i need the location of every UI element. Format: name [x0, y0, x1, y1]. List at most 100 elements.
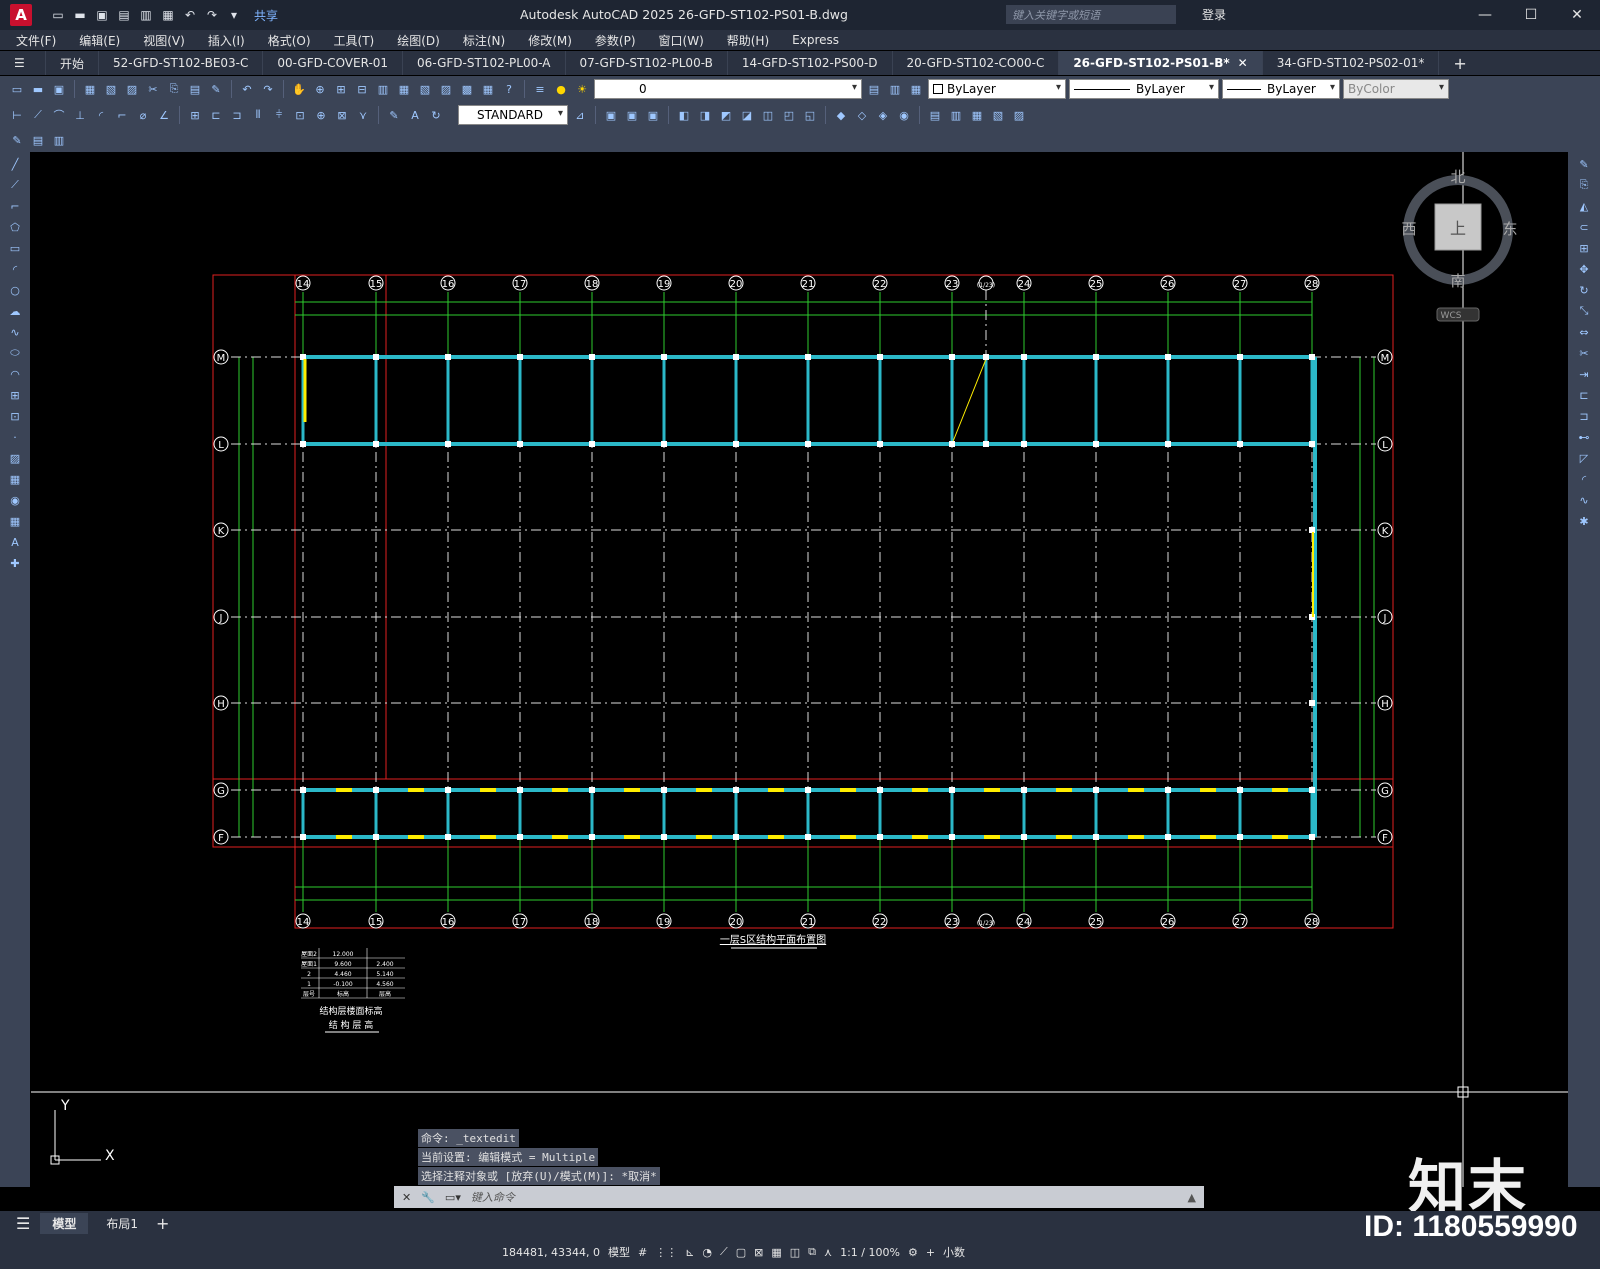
close-command-icon[interactable]: ✕ [402, 1191, 411, 1204]
help-icon[interactable]: ? [500, 80, 518, 98]
layout-menu-icon[interactable]: ☰ [16, 1214, 30, 1233]
add-icon[interactable]: + [926, 1246, 935, 1259]
blend-curves-icon[interactable]: ∿ [1574, 491, 1594, 509]
copy-icon[interactable]: ⎘ [1574, 176, 1594, 194]
ucs-3-icon[interactable]: ▦ [968, 106, 986, 124]
grid-icon[interactable]: # [638, 1246, 647, 1259]
plot-preview-icon[interactable]: ▧ [102, 80, 120, 98]
annotation-visibility-icon[interactable]: ⋏ [824, 1246, 832, 1259]
command-history-toggle-icon[interactable]: ▲ [1188, 1191, 1196, 1204]
ellipse-arc-icon[interactable]: ◠ [5, 365, 25, 383]
polar-icon[interactable]: ◔ [702, 1246, 712, 1259]
object-snap-icon[interactable]: ▢ [736, 1246, 746, 1259]
tab-file[interactable]: 52-GFD-ST102-BE03-C [99, 51, 264, 75]
redo-icon[interactable]: ↷ [259, 80, 277, 98]
command-input[interactable]: ✕ 🔧 ▭▾ 键入命令 ▲ [394, 1186, 1204, 1208]
sheet-set-icon[interactable]: ▨ [437, 80, 455, 98]
view-3-icon[interactable]: ▣ [644, 106, 662, 124]
make-block-icon[interactable]: ⊡ [5, 407, 25, 425]
plotstyle-select[interactable]: ByColor ▾ [1343, 79, 1449, 99]
space-icon[interactable]: ⫴ [249, 106, 267, 124]
visual-style-1-icon[interactable]: ◆ [832, 106, 850, 124]
hamburger-menu-icon[interactable]: ☰ [0, 51, 46, 75]
offset-icon[interactable]: ⊂ [1574, 218, 1594, 236]
workspace-gear-icon[interactable]: ⚙ [908, 1246, 918, 1259]
make-current-layer-icon[interactable]: ▤ [865, 80, 883, 98]
jogged-icon[interactable]: ⌐ [113, 106, 131, 124]
add-selected-icon[interactable]: ✚ [5, 554, 25, 572]
orbit-4-icon[interactable]: ◪ [738, 106, 756, 124]
tab-file[interactable]: 07-GFD-ST102-PL00-B [566, 51, 728, 75]
polyline-icon[interactable]: ⌐ [5, 197, 25, 215]
ucs-1-icon[interactable]: ▤ [926, 106, 944, 124]
ordinate-icon[interactable]: ⊥ [71, 106, 89, 124]
ucs-5-icon[interactable]: ▨ [1010, 106, 1028, 124]
layer-properties-icon[interactable]: ≡ [531, 80, 549, 98]
tab-file[interactable]: 34-GFD-ST102-PS02-01* [1263, 51, 1440, 75]
ucs-2-icon[interactable]: ▥ [947, 106, 965, 124]
tab-model[interactable]: 模型 [40, 1212, 89, 1234]
rectangle-icon[interactable]: ▭ [5, 239, 25, 257]
multiline-text-icon[interactable]: A [5, 533, 25, 551]
baseline-icon[interactable]: ⊏ [207, 106, 225, 124]
orbit-7-icon[interactable]: ◱ [801, 106, 819, 124]
model-space-toggle[interactable]: 模型 [608, 1244, 630, 1260]
spline-icon[interactable]: ∿ [5, 323, 25, 341]
erase-icon[interactable]: ✎ [1574, 155, 1594, 173]
close-icon[interactable]: ✕ [1554, 0, 1600, 30]
orbit-1-icon[interactable]: ◧ [675, 106, 693, 124]
login-button[interactable]: 登录 [1202, 6, 1226, 23]
arc-icon[interactable]: ◜ [5, 260, 25, 278]
match-properties-icon[interactable]: ✎ [207, 80, 225, 98]
orbit-5-icon[interactable]: ◫ [759, 106, 777, 124]
save-icon[interactable]: ▣ [94, 7, 110, 23]
open-file-icon[interactable]: ▬ [72, 7, 88, 23]
open-icon[interactable]: ▬ [29, 80, 47, 98]
explode-icon[interactable]: ✱ [1574, 512, 1594, 530]
hatch-icon[interactable]: ▨ [5, 449, 25, 467]
line-icon[interactable]: ╱ [5, 155, 25, 173]
zoom-window-icon[interactable]: ⊞ [332, 80, 350, 98]
move-icon[interactable]: ✥ [1574, 260, 1594, 278]
zoom-previous-icon[interactable]: ⊟ [353, 80, 371, 98]
layer-select[interactable]: 0 ▾ [594, 79, 862, 99]
layer-previous-icon[interactable]: ▥ [886, 80, 904, 98]
minimize-icon[interactable]: — [1462, 0, 1508, 30]
tab-layout1[interactable]: 布局1 [98, 1213, 146, 1234]
properties-icon[interactable]: ▥ [374, 80, 392, 98]
calculator-icon[interactable]: ▦ [479, 80, 497, 98]
chamfer-icon[interactable]: ◸ [1574, 449, 1594, 467]
layer-state-icon[interactable]: ▦ [907, 80, 925, 98]
redo-icon[interactable]: ↷ [204, 7, 220, 23]
dimension-edit-icon[interactable]: ✎ [385, 106, 403, 124]
units-select[interactable]: 小数 [943, 1244, 965, 1260]
table-icon[interactable]: ▦ [5, 512, 25, 530]
search-input[interactable]: 键入关键字或短语 [1006, 5, 1176, 24]
menu-modify[interactable]: 修改(M) [528, 32, 572, 49]
menu-window[interactable]: 窗口(W) [659, 32, 704, 49]
tool-palettes-icon[interactable]: ▧ [416, 80, 434, 98]
dimension-text-edit-icon[interactable]: A [406, 106, 424, 124]
orbit-2-icon[interactable]: ◨ [696, 106, 714, 124]
linetype-select[interactable]: ByLayer ▾ [1069, 79, 1219, 99]
lineweight-select[interactable]: ByLayer ▾ [1222, 79, 1340, 99]
break-icon[interactable]: ⊐ [1574, 407, 1594, 425]
add-layout-icon[interactable]: + [156, 1214, 169, 1233]
plot-icon[interactable]: ▦ [81, 80, 99, 98]
tab-file[interactable]: 06-GFD-ST102-PL00-A [403, 51, 566, 75]
maximize-icon[interactable]: ☐ [1508, 0, 1554, 30]
center-mark-icon[interactable]: ⊕ [312, 106, 330, 124]
customize-command-icon[interactable]: 🔧 [421, 1191, 435, 1204]
menu-help[interactable]: 帮助(H) [727, 32, 769, 49]
new-icon[interactable]: ▭ [8, 80, 26, 98]
diameter-icon[interactable]: ⌀ [134, 106, 152, 124]
scale-icon[interactable]: ⤡ [1574, 302, 1594, 320]
text-edit-icon[interactable]: ✎ [8, 131, 26, 149]
selection-cycling-icon[interactable]: ⧉ [808, 1245, 816, 1259]
share-button[interactable]: 共享 [254, 7, 278, 24]
save-as-icon[interactable]: ▤ [116, 7, 132, 23]
mirror-icon[interactable]: ◭ [1574, 197, 1594, 215]
menu-insert[interactable]: 插入(I) [208, 32, 245, 49]
menu-view[interactable]: 视图(V) [143, 32, 185, 49]
undo-icon[interactable]: ↶ [238, 80, 256, 98]
